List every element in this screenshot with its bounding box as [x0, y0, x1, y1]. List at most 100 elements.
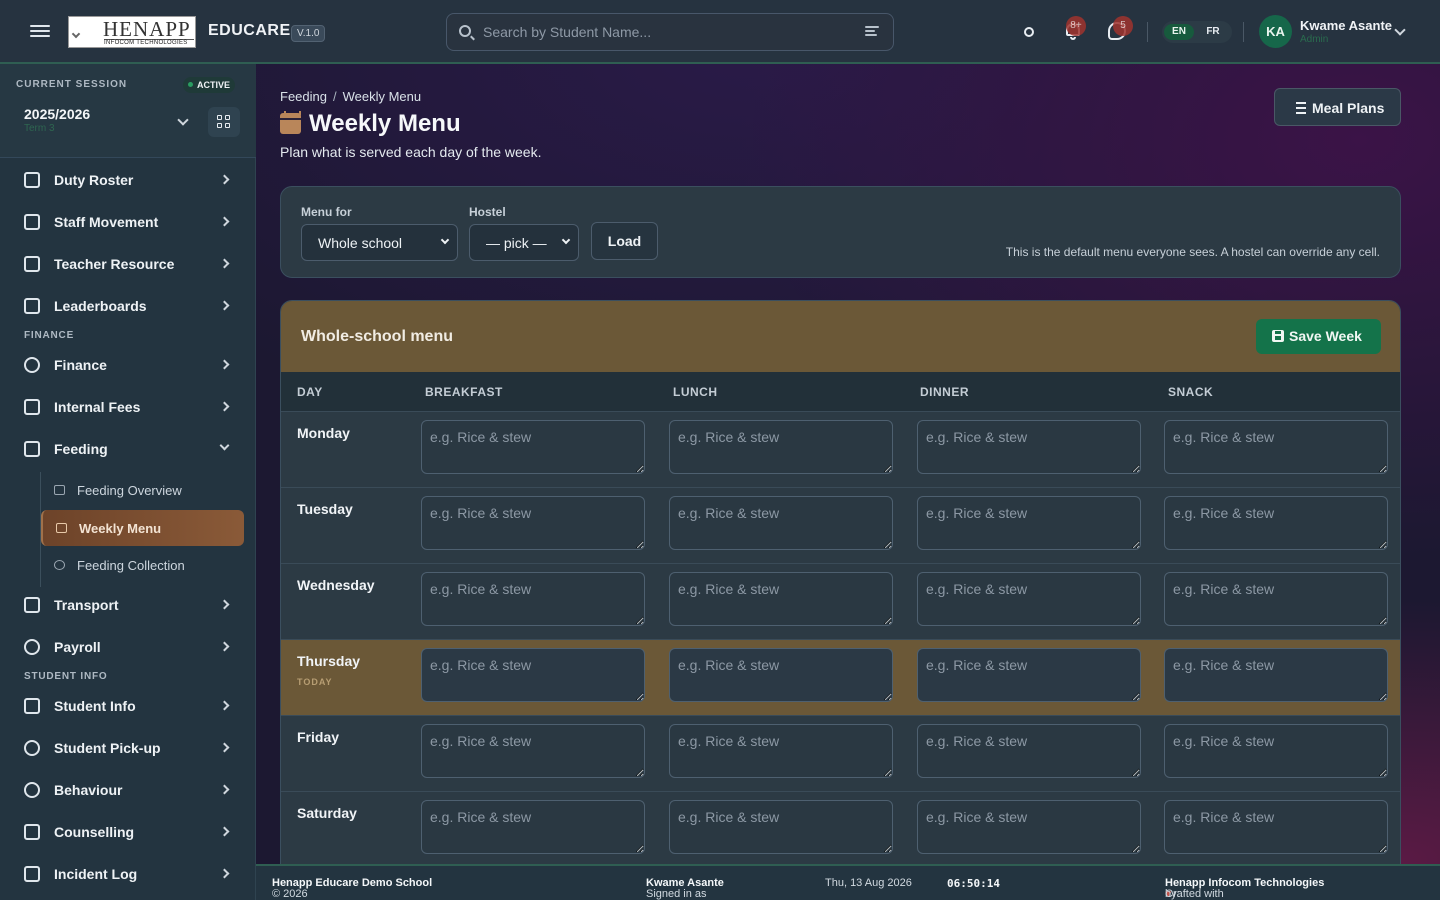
snack-field[interactable] — [1164, 648, 1388, 702]
sidebar-subitem-feeding-overview[interactable]: Feeding Overview — [41, 472, 244, 508]
hostel-label: Hostel — [469, 205, 506, 219]
sidebar-item-payroll[interactable]: Payroll — [16, 629, 244, 665]
user-name[interactable]: Kwame Asante — [1300, 18, 1392, 33]
calendar-icon — [56, 523, 67, 533]
sidebar-item-counselling[interactable]: Counselling — [16, 814, 244, 850]
meal-plans-button[interactable]: Meal Plans — [1274, 88, 1401, 126]
sidebar-item-duty-roster[interactable]: Duty Roster — [16, 162, 244, 198]
lunch-field[interactable] — [669, 648, 893, 702]
shield-icon — [24, 824, 40, 840]
lunch-field[interactable] — [669, 800, 893, 854]
dinner-field[interactable] — [917, 572, 1141, 626]
dinner-field[interactable] — [917, 648, 1141, 702]
day-label: Tuesday — [297, 501, 353, 517]
breakfast-field[interactable] — [421, 496, 645, 550]
snack-field[interactable] — [1164, 800, 1388, 854]
lunch-field[interactable] — [669, 420, 893, 474]
lang-en[interactable]: EN — [1164, 24, 1194, 40]
breakfast-field[interactable] — [421, 572, 645, 626]
search-input[interactable] — [483, 14, 853, 50]
sidebar-item-transport[interactable]: Transport — [16, 587, 244, 623]
sidebar-item-student-pick-up[interactable]: Student Pick-up — [16, 730, 244, 766]
dinner-field[interactable] — [917, 420, 1141, 474]
sidebar-item-behaviour[interactable]: Behaviour — [16, 772, 244, 808]
lunch-field[interactable] — [669, 572, 893, 626]
sidebar-item-student-info[interactable]: Student Info — [16, 688, 244, 724]
save-week-button[interactable]: Save Week — [1256, 319, 1381, 354]
filter-icon[interactable] — [865, 26, 879, 38]
breadcrumb-feeding[interactable]: Feeding — [280, 89, 327, 104]
table-row: Saturday — [281, 792, 1400, 864]
sidebar-item-finance[interactable]: Finance — [16, 347, 244, 383]
filter-panel: Menu for Whole school Hostel — pick — Lo… — [280, 186, 1401, 278]
cart-icon — [24, 441, 40, 457]
day-label: Friday — [297, 729, 340, 745]
chevron-right-icon — [219, 641, 230, 652]
chevron-down-icon[interactable] — [177, 114, 189, 126]
col-lunch: LUNCH — [673, 385, 718, 399]
chevron-right-icon — [219, 401, 230, 412]
breadcrumb: Feeding / Weekly Menu — [280, 89, 422, 104]
day-label: Thursday — [297, 653, 361, 669]
lunch-field[interactable] — [669, 724, 893, 778]
menu-toggle-icon[interactable] — [30, 22, 50, 40]
status-badge: ACTIVE — [183, 77, 236, 93]
menu-for-label: Menu for — [301, 205, 352, 219]
chevron-right-icon — [219, 599, 230, 610]
breakfast-field[interactable] — [421, 800, 645, 854]
apps-grid-icon[interactable] — [208, 107, 240, 137]
col-breakfast: BREAKFAST — [425, 385, 503, 399]
list-icon — [1292, 102, 1306, 114]
menu-card-header: Whole-school menu Save Week — [281, 301, 1400, 372]
menu-card: Whole-school menu Save Week DAY BREAKFAS… — [280, 300, 1401, 865]
snack-field[interactable] — [1164, 496, 1388, 550]
sidebar-item-internal-fees[interactable]: Internal Fees — [16, 389, 244, 425]
bus-icon — [24, 597, 40, 613]
table-row: Tuesday — [281, 488, 1400, 564]
sidebar-subitem-feeding-collection[interactable]: Feeding Collection — [41, 547, 244, 583]
snack-field[interactable] — [1164, 572, 1388, 626]
sidebar: CURRENT SESSION ACTIVE 2025/2026 Term 3 … — [0, 64, 256, 900]
student-search — [446, 13, 894, 51]
shield-icon — [24, 866, 40, 882]
chevron-right-icon — [219, 784, 230, 795]
chevron-right-icon — [219, 742, 230, 753]
dinner-field[interactable] — [917, 724, 1141, 778]
messages-badge: 5 — [1113, 16, 1133, 36]
table-row: Wednesday — [281, 564, 1400, 640]
dollar-icon — [24, 639, 40, 655]
menu-for-select[interactable]: Whole school — [301, 224, 458, 261]
sidebar-item-staff-movement[interactable]: Staff Movement — [16, 204, 244, 240]
table-row: Friday — [281, 716, 1400, 792]
lang-fr[interactable]: FR — [1198, 24, 1228, 40]
sidebar-item-leaderboards[interactable]: Leaderboards — [16, 288, 244, 324]
session-year[interactable]: 2025/2026 — [24, 106, 90, 122]
load-button[interactable]: Load — [591, 222, 658, 260]
session-term: Term 3 — [24, 123, 55, 134]
users-icon — [24, 698, 40, 714]
snack-field[interactable] — [1164, 420, 1388, 474]
page-title: Weekly Menu — [309, 110, 461, 137]
book-icon — [24, 256, 40, 272]
hostel-select[interactable]: — pick — — [469, 224, 579, 261]
chevron-down-icon[interactable] — [1394, 24, 1406, 36]
sidebar-item-feeding[interactable]: Feeding — [16, 431, 244, 467]
avatar[interactable]: KA — [1259, 15, 1292, 48]
snack-field[interactable] — [1164, 724, 1388, 778]
day-label: Monday — [297, 425, 350, 441]
sidebar-item-incident-log[interactable]: Incident Log — [16, 856, 244, 892]
dinner-field[interactable] — [917, 800, 1141, 854]
sidebar-subitem-weekly-menu[interactable]: Weekly Menu — [41, 510, 244, 546]
col-dinner: DINNER — [920, 385, 970, 399]
lunch-field[interactable] — [669, 496, 893, 550]
breakfast-field[interactable] — [421, 420, 645, 474]
breakfast-field[interactable] — [421, 724, 645, 778]
chevron-right-icon — [219, 174, 230, 185]
chevron-down-icon — [440, 235, 450, 245]
dinner-field[interactable] — [917, 496, 1141, 550]
breakfast-field[interactable] — [421, 648, 645, 702]
breadcrumb-current: Weekly Menu — [342, 89, 422, 104]
theme-toggle-icon[interactable] — [1020, 23, 1038, 41]
menu-table-header: DAY BREAKFAST LUNCH DINNER SNACK — [281, 372, 1400, 412]
sidebar-item-teacher-resource[interactable]: Teacher Resource — [16, 246, 244, 282]
